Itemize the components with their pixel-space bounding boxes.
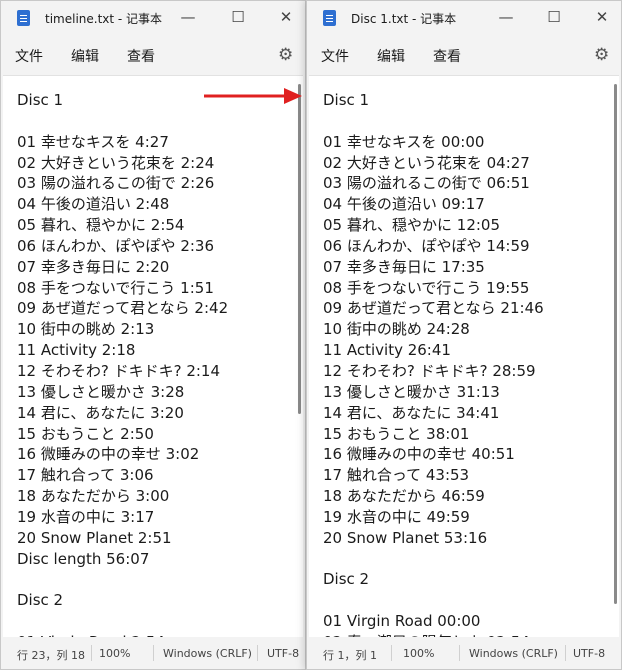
cursor-position: 行 23，列 18 [17,649,85,662]
text-line: Disc length 56:07 [17,549,150,568]
editor-text: Disc 1 01 幸せなキスを 00:00 02 大好きという花束を 04:27… [323,90,544,637]
text-line: 13 優しさと暖かさ 3:28 [17,382,185,401]
text-line: 01 幸せなキスを 4:27 [17,132,169,151]
text-line: 17 触れ合って 3:06 [17,466,154,485]
status-bar: 行 23，列 18 100% Windows (CRLF) UTF-8 [1,637,305,669]
vertical-scrollbar[interactable] [614,84,617,604]
text-line: 10 街中の眺め 24:28 [323,320,470,339]
text-line: 06 ほんわか、ぽやぽや 14:59 [323,236,530,255]
vertical-scrollbar[interactable] [298,84,301,414]
text-line: 12 そわそわ? ドキドキ? 2:14 [17,361,220,380]
menu-file[interactable]: 文件 [321,46,349,66]
text-line: 04 午後の道沿い 2:48 [17,195,170,214]
text-line [323,549,544,570]
text-line: 09 あぜ道だって君となら 2:42 [17,299,229,318]
text-line [323,590,544,611]
text-line: 01 幸せなキスを 00:00 [323,132,485,151]
text-line [17,611,228,632]
text-line: 11 Activity 26:41 [323,341,451,360]
text-line [17,569,228,590]
notepad-icon [323,10,336,26]
status-divider [91,645,92,661]
text-line: 02 大好きという花束を 04:27 [323,153,530,172]
status-bar: 行 1，列 1 100% Windows (CRLF) UTF-8 [307,637,621,669]
text-line: 19 水音の中に 3:17 [17,507,155,526]
status-divider [565,645,566,661]
line-ending: Windows (CRLF) [469,647,558,660]
text-line: 02 大好きという花束を 2:24 [17,153,215,172]
text-line: 11 Activity 2:18 [17,341,136,360]
menu-view[interactable]: 查看 [127,46,155,66]
line-ending: Windows (CRLF) [163,647,252,660]
text-line: Disc 1 [323,91,370,109]
text-line: 15 おもうこと 38:01 [323,424,470,443]
encoding: UTF-8 [267,647,300,660]
zoom-level: 100% [403,647,435,660]
encoding: UTF-8 [573,647,606,660]
title-bar[interactable]: timeline.txt - 记事本 — ☐ ✕ [1,1,305,37]
text-line: 01 Virgin Road 00:00 [323,612,481,631]
minimize-button[interactable]: — [483,1,529,33]
text-line: 20 Snow Planet 2:51 [17,528,172,547]
window-title: timeline.txt - 记事本 [45,12,163,26]
text-line: 19 水音の中に 49:59 [323,507,470,526]
text-line: 09 あぜ道だって君となら 21:46 [323,299,544,318]
text-editor[interactable]: Disc 1 01 幸せなキスを 00:00 02 大好きという花束を 04:27… [309,75,619,637]
text-line: 07 幸多き毎日に 17:35 [323,257,485,276]
text-line: 05 暮れ、穏やかに 2:54 [17,216,185,235]
text-line: 15 おもうこと 2:50 [17,424,154,443]
cursor-position: 行 1，列 1 [323,649,377,662]
text-line: 18 あなただから 46:59 [323,487,485,506]
text-line: 10 街中の眺め 2:13 [17,320,155,339]
text-line: 16 微睡みの中の幸せ 3:02 [17,445,200,464]
maximize-button[interactable]: ☐ [531,1,577,33]
status-divider [257,645,258,661]
maximize-button[interactable]: ☐ [215,1,261,33]
menu-edit[interactable]: 编辑 [71,46,99,66]
menu-edit[interactable]: 编辑 [377,46,405,66]
menu-view[interactable]: 查看 [433,46,461,66]
minimize-button[interactable]: — [165,1,211,33]
text-line: 12 そわそわ? ドキドキ? 28:59 [323,361,536,380]
menu-bar: 文件 编辑 查看 ⚙ [1,37,305,75]
text-line: 06 ほんわか、ぽやぽや 2:36 [17,236,215,255]
text-line: 08 手をつないで行こう 1:51 [17,278,214,297]
text-line: Disc 1 [17,91,64,109]
title-bar[interactable]: Disc 1.txt - 记事本 — ☐ ✕ [307,1,621,37]
text-line: 08 手をつないで行こう 19:55 [323,278,530,297]
text-line [17,111,228,132]
text-line: 17 触れ合って 43:53 [323,466,470,485]
text-line: 18 あなただから 3:00 [17,487,170,506]
red-arrow-annotation [204,88,302,104]
close-button[interactable]: ✕ [579,1,621,33]
zoom-level: 100% [99,647,131,660]
text-line: 03 陽の溢れるこの街で 06:51 [323,174,530,193]
status-divider [459,645,460,661]
text-line: 07 幸多き毎日に 2:20 [17,257,170,276]
text-line: 20 Snow Planet 53:16 [323,528,488,547]
status-divider [153,645,154,661]
notepad-icon [17,10,30,26]
text-line: 14 君に、あなたに 34:41 [323,403,500,422]
notepad-window-disc1: Disc 1.txt - 记事本 — ☐ ✕ 文件 编辑 查看 ⚙ Disc 1… [306,0,622,670]
text-line [323,111,544,132]
text-line: 04 午後の道沿い 09:17 [323,195,485,214]
text-line: Disc 2 [323,570,370,589]
text-editor[interactable]: Disc 1 01 幸せなキスを 4:27 02 大好きという花束を 2:24 03… [3,75,303,637]
status-divider [391,645,392,661]
menu-bar: 文件 编辑 查看 ⚙ [307,37,621,75]
text-line: 05 暮れ、穏やかに 12:05 [323,216,501,235]
text-line: 14 君に、あなたに 3:20 [17,403,184,422]
window-title: Disc 1.txt - 记事本 [351,12,457,26]
gear-icon[interactable]: ⚙ [594,45,609,65]
menu-file[interactable]: 文件 [15,46,43,66]
editor-text: Disc 1 01 幸せなキスを 4:27 02 大好きという花束を 2:24 03… [17,90,228,637]
text-line: 03 陽の溢れるこの街で 2:26 [17,174,215,193]
text-line: Disc 2 [17,591,64,610]
text-line: 13 優しさと暖かさ 31:13 [323,382,500,401]
gear-icon[interactable]: ⚙ [278,45,293,65]
text-line: 16 微睡みの中の幸せ 40:51 [323,445,515,464]
close-button[interactable]: ✕ [263,1,305,33]
